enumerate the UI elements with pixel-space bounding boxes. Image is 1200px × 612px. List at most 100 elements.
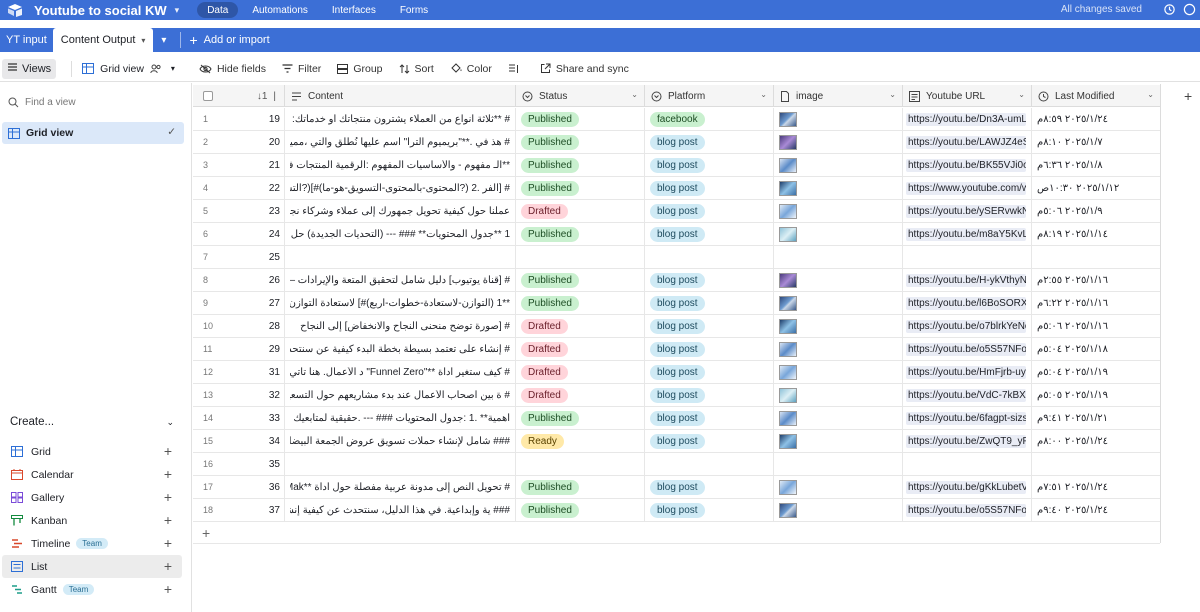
image-thumbnail[interactable] <box>779 318 797 334</box>
image-thumbnail[interactable] <box>779 226 797 242</box>
status-cell[interactable]: Published <box>516 177 645 199</box>
platform-cell[interactable]: blog post <box>645 430 774 452</box>
image-cell[interactable] <box>774 246 903 268</box>
share-and-sync-button[interactable]: Share and sync <box>540 63 629 75</box>
image-cell[interactable] <box>774 200 903 222</box>
table-row[interactable]: 7 25 <box>193 246 1161 269</box>
image-thumbnail[interactable] <box>779 134 797 150</box>
image-cell[interactable] <box>774 223 903 245</box>
content-cell[interactable]: عملنا حول كيفية تحويل جمهورك إلى عملاء و… <box>285 200 516 222</box>
find-view-search[interactable]: Find a view <box>8 97 76 108</box>
image-thumbnail[interactable] <box>779 364 797 380</box>
youtube-url-cell[interactable]: https://youtu.be/o5S57NFo-v <box>903 338 1032 360</box>
create-kanban-view[interactable]: Kanban + <box>2 509 182 532</box>
table-row[interactable]: 11 29 # إنشاء على تعتمد بسيطة بخطة البدء ك… <box>193 338 1161 361</box>
create-grid-view[interactable]: Grid + <box>2 440 182 463</box>
plus-icon[interactable]: + <box>164 443 172 459</box>
content-cell[interactable] <box>285 453 516 475</box>
image-cell[interactable] <box>774 361 903 383</box>
image-thumbnail[interactable] <box>779 341 797 357</box>
id-cell[interactable]: 25 <box>220 246 285 268</box>
filter-button[interactable]: Filter <box>282 63 321 75</box>
id-cell[interactable]: 34 <box>220 430 285 452</box>
image-thumbnail[interactable] <box>779 502 797 518</box>
content-cell[interactable]: # تحويل النص إلى مدونة عربية مفصلة حول أ… <box>285 476 516 498</box>
content-cell[interactable]: # [صورة توضح منحنى النجاح والانخفاض] إلى… <box>285 315 516 337</box>
youtube-url-cell[interactable]: https://youtu.be/ZwQT9_yPJR <box>903 430 1032 452</box>
content-cell[interactable]: # ة بين أصحاب الأعمال عند بدء مشاريعهم ح… <box>285 384 516 406</box>
youtube-url-cell[interactable]: https://youtu.be/BK55VJi0og <box>903 154 1032 176</box>
image-thumbnail[interactable] <box>779 272 797 288</box>
chevron-down-icon[interactable]: ⌄ <box>1018 90 1025 99</box>
tab-forms[interactable]: Forms <box>390 2 438 18</box>
youtube-url-cell[interactable]: https://youtu.be/o7blrkYeNo <box>903 315 1032 337</box>
image-thumbnail[interactable] <box>779 180 797 196</box>
image-cell[interactable] <box>774 384 903 406</box>
content-cell[interactable]: ### شامل لإنشاء حملات تسويق عروض الجمعة … <box>285 430 516 452</box>
content-cell[interactable]: 1 **جدول المحتويات** ### --- (التحديات ا… <box>285 223 516 245</box>
youtube-url-cell[interactable]: https://youtu.be/HmFjrb-uyo <box>903 361 1032 383</box>
status-cell[interactable]: Drafted <box>516 338 645 360</box>
sidebar-item-grid-view[interactable]: Grid view ✓ <box>2 122 184 144</box>
platform-cell[interactable]: blog post <box>645 292 774 314</box>
plus-icon[interactable]: + <box>164 581 172 597</box>
status-cell[interactable]: Published <box>516 499 645 521</box>
group-button[interactable]: Group <box>337 63 383 75</box>
chevron-down-icon[interactable]: ⌄ <box>1147 90 1154 99</box>
platform-cell[interactable]: blog post <box>645 315 774 337</box>
table-row[interactable]: 10 28 # [صورة توضح منحنى النجاح والانخفاض]… <box>193 315 1161 338</box>
id-cell[interactable]: 35 <box>220 453 285 475</box>
youtube-url-cell[interactable] <box>903 453 1032 475</box>
all-tables-chevron-icon[interactable]: ▾ <box>153 28 174 52</box>
platform-cell[interactable]: blog post <box>645 384 774 406</box>
image-cell[interactable] <box>774 315 903 337</box>
table-tab-content-output[interactable]: Content Output ▾ <box>52 28 154 52</box>
id-cell[interactable]: 28 <box>220 315 285 337</box>
image-cell[interactable] <box>774 499 903 521</box>
table-row[interactable]: 17 36 # تحويل النص إلى مدونة عربية مفصلة ح… <box>193 476 1161 499</box>
id-cell[interactable]: 19 <box>220 108 285 130</box>
tab-automations[interactable]: Automations <box>242 2 318 18</box>
chevron-down-icon[interactable]: ⌄ <box>889 90 896 99</box>
platform-cell[interactable]: blog post <box>645 476 774 498</box>
chevron-down-icon[interactable]: ▾ <box>175 5 180 16</box>
content-cell[interactable]: # كيف ستغير أداة **"Funnel Zero" د الأعم… <box>285 361 516 383</box>
image-cell[interactable] <box>774 177 903 199</box>
header-status[interactable]: Status ⌄ <box>516 85 645 107</box>
image-thumbnail[interactable] <box>779 295 797 311</box>
platform-cell[interactable]: blog post <box>645 177 774 199</box>
youtube-url-cell[interactable]: https://youtu.be/LAWJZ4eSp <box>903 131 1032 153</box>
image-cell[interactable] <box>774 453 903 475</box>
id-cell[interactable]: 36 <box>220 476 285 498</box>
content-cell[interactable]: # **ثلاثة أنواع من العملاء يشترون منتجات… <box>285 108 516 130</box>
grid-view-button[interactable]: Grid view ▾ <box>82 63 175 75</box>
create-list-view[interactable]: List + <box>2 555 182 578</box>
status-cell[interactable] <box>516 453 645 475</box>
image-cell[interactable] <box>774 108 903 130</box>
base-title[interactable]: Youtube to social KW <box>34 3 167 18</box>
status-cell[interactable]: Published <box>516 476 645 498</box>
youtube-url-cell[interactable]: https://youtu.be/Dn3A-umLC <box>903 108 1032 130</box>
image-cell[interactable] <box>774 338 903 360</box>
content-cell[interactable]: # إنشاء على تعتمد بسيطة بخطة البدء كيفية… <box>285 338 516 360</box>
platform-cell[interactable]: blog post <box>645 154 774 176</box>
plus-icon[interactable]: + <box>164 535 172 551</box>
id-cell[interactable]: 32 <box>220 384 285 406</box>
add-field-button[interactable]: + <box>1184 88 1192 104</box>
image-cell[interactable] <box>774 430 903 452</box>
youtube-url-cell[interactable]: https://youtu.be/o5S57NFo-v <box>903 499 1032 521</box>
youtube-url-cell[interactable]: https://youtu.be/m8aY5KvLsN <box>903 223 1032 245</box>
chevron-down-icon[interactable]: ⌄ <box>760 90 767 99</box>
image-thumbnail[interactable] <box>779 387 797 403</box>
header-youtube-url[interactable]: Youtube URL ⌄ <box>903 85 1032 107</box>
history-icon[interactable] <box>1163 3 1176 19</box>
row-height-button[interactable] <box>508 64 524 74</box>
table-row[interactable]: 6 24 1 **جدول المحتويات** ### --- (التحديا… <box>193 223 1161 246</box>
id-cell[interactable]: 31 <box>220 361 285 383</box>
hide-fields-button[interactable]: Hide fields <box>199 63 266 75</box>
status-cell[interactable]: Drafted <box>516 200 645 222</box>
tab-data[interactable]: Data <box>197 2 239 18</box>
platform-cell[interactable]: blog post <box>645 200 774 222</box>
id-cell[interactable]: 22 <box>220 177 285 199</box>
sort-button[interactable]: Sort <box>399 63 434 75</box>
